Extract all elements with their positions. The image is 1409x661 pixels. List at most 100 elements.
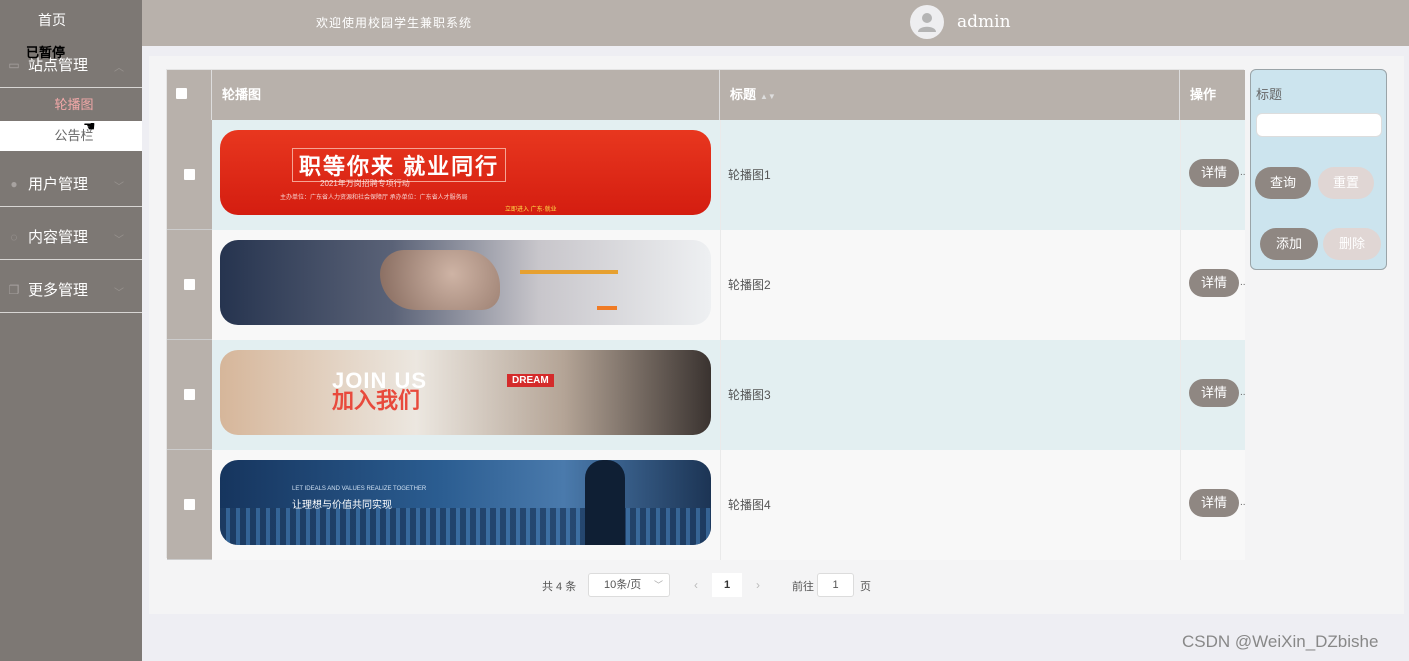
- banner-small-text: LET IDEALS AND VALUES REALIZE TOGETHER: [292, 486, 427, 492]
- detail-button[interactable]: 详情: [1189, 159, 1239, 187]
- column-header-title-label: 标题: [730, 87, 757, 102]
- goto-page-input[interactable]: 1: [817, 573, 854, 597]
- pagination-total: 共 4 条: [542, 581, 577, 593]
- speaker-silhouette: [585, 460, 625, 545]
- row-checkbox[interactable]: [184, 169, 195, 180]
- search-title-input[interactable]: [1256, 113, 1382, 137]
- username[interactable]: admin: [957, 12, 1011, 32]
- overflow-dots: ..: [1240, 497, 1246, 508]
- banner-headline: 职等你来 就业同行: [292, 148, 507, 182]
- goto-label: 前往: [792, 581, 814, 593]
- detail-button[interactable]: 详情: [1189, 269, 1239, 297]
- handshake-graphic: [380, 250, 500, 310]
- page-size-value: 10条/页: [604, 579, 642, 591]
- copy-icon: ❐: [8, 282, 20, 297]
- goto-suffix: 页: [860, 581, 871, 593]
- crowd-graphic: [220, 508, 711, 545]
- column-divider: [1180, 120, 1181, 230]
- chat-icon: ◌: [10, 229, 18, 244]
- user-icon: ●: [10, 176, 18, 191]
- user-avatar-icon: [918, 13, 936, 32]
- sidebar-menu-more[interactable]: ❐ 更多管理 ﹀: [0, 267, 142, 313]
- banner-cta: 立即进入 广东·就业: [505, 207, 557, 213]
- banner-join-cn-text: 加入我们: [332, 388, 421, 413]
- column-header-image: 轮播图: [212, 70, 720, 120]
- detail-button[interactable]: 详情: [1189, 379, 1239, 407]
- column-header-title[interactable]: 标题 ▲▼: [720, 70, 1180, 120]
- sidebar-home[interactable]: 首页: [0, 0, 142, 40]
- avatar[interactable]: [910, 5, 944, 39]
- column-divider: [1180, 230, 1181, 340]
- column-divider: [720, 450, 721, 560]
- sort-icon[interactable]: ▲▼: [760, 92, 776, 101]
- banner-button-graphic: [597, 306, 617, 310]
- add-button[interactable]: 添加: [1260, 228, 1318, 260]
- sidebar-menu-user[interactable]: ● 用户管理 ﹀: [0, 161, 142, 207]
- query-button[interactable]: 查询: [1255, 167, 1311, 199]
- sidebar-menu-label: 内容管理: [28, 229, 89, 246]
- chevron-down-icon: ﹀: [114, 182, 124, 193]
- sidebar-menu-site[interactable]: ▭ 站点管理 ︿: [0, 42, 142, 88]
- carousel-image: [220, 240, 711, 325]
- detail-button[interactable]: 详情: [1189, 489, 1239, 517]
- column-divider: [1180, 340, 1181, 450]
- row-checkbox[interactable]: [184, 279, 195, 290]
- row-title: 轮播图3: [728, 388, 771, 402]
- table-row: JOIN US 加入我们 DREAM 轮播图3 详情 ..: [167, 340, 1246, 450]
- sidebar-item-notice[interactable]: 公告栏: [0, 121, 142, 151]
- row-checkbox[interactable]: [184, 499, 195, 510]
- sidebar: 首页 ▭ 站点管理 ︿ 已暂停 轮播图 公告栏 ☚ ● 用户管理 ﹀ ◌ 内容管…: [0, 0, 142, 661]
- paused-overlay: 已暂停: [26, 45, 66, 60]
- table-row: 职等你来 就业同行 2021年万岗招聘专项行动 主办单位：广东省人力资源和社会保…: [167, 120, 1246, 230]
- overflow-dots: ..: [1240, 387, 1246, 398]
- carousel-image: JOIN US 加入我们 DREAM: [220, 350, 711, 435]
- column-header-action: 操作: [1190, 87, 1217, 102]
- row-title: 轮播图2: [728, 278, 771, 292]
- prev-page-button[interactable]: ‹: [682, 573, 710, 597]
- page-size-select[interactable]: 10条/页 ﹀: [588, 573, 670, 597]
- reset-button[interactable]: 重置: [1318, 167, 1374, 199]
- carousel-image: 职等你来 就业同行 2021年万岗招聘专项行动 主办单位：广东省人力资源和社会保…: [220, 130, 711, 215]
- sidebar-menu-content[interactable]: ◌ 内容管理 ﹀: [0, 214, 142, 260]
- row-checkbox[interactable]: [184, 389, 195, 400]
- next-page-button[interactable]: ›: [744, 573, 772, 597]
- table-header: 轮播图 标题 ▲▼ 操作: [167, 70, 1245, 120]
- welcome-text: 欢迎使用校园学生兼职系统: [316, 16, 473, 30]
- top-header: 欢迎使用校园学生兼职系统 admin: [142, 0, 1409, 46]
- chevron-up-icon: ︿: [114, 63, 124, 74]
- delete-button[interactable]: 删除: [1323, 228, 1381, 260]
- banner-small-text: 主办单位：广东省人力资源和社会保障厅 承办单位：广东省人才服务局: [280, 195, 468, 201]
- select-all-checkbox[interactable]: [176, 88, 187, 99]
- column-divider: [720, 120, 721, 230]
- column-divider: [1180, 450, 1181, 560]
- carousel-table: 轮播图 标题 ▲▼ 操作 职等你来 就业同行 2021年万岗招聘专项行动 主办单位…: [166, 69, 1246, 560]
- sidebar-menu-label: 用户管理: [28, 176, 89, 193]
- column-divider: [720, 230, 721, 340]
- overflow-dots: ..: [1240, 277, 1246, 288]
- pagination: 共 4 条 10条/页 ﹀ ‹ 1 › 前往 1 页: [0, 573, 1409, 597]
- row-checkbox-cell: [167, 450, 212, 560]
- row-title: 轮播图4: [728, 498, 771, 512]
- banner-subtitle: 2021年万岗招聘专项行动: [320, 179, 410, 188]
- sidebar-menu-label: 更多管理: [28, 282, 89, 299]
- sidebar-item-carousel[interactable]: 轮播图: [0, 90, 142, 120]
- select-all-cell: [167, 70, 212, 120]
- row-checkbox-cell: [167, 230, 212, 340]
- overflow-dots: ..: [1240, 167, 1246, 178]
- banner-dream-badge: DREAM: [507, 374, 554, 387]
- hand-cursor-icon: ☚: [83, 118, 96, 134]
- watermark: CSDN @WeiXin_DZbishe: [1182, 632, 1379, 651]
- search-title-label: 标题: [1256, 87, 1283, 102]
- row-title: 轮播图1: [728, 168, 771, 182]
- banner-text-bar: [520, 270, 618, 274]
- table-row: LET IDEALS AND VALUES REALIZE TOGETHER 让…: [167, 450, 1246, 560]
- chevron-down-icon: ﹀: [653, 580, 663, 590]
- carousel-image: LET IDEALS AND VALUES REALIZE TOGETHER 让…: [220, 460, 711, 545]
- row-checkbox-cell: [167, 120, 212, 230]
- monitor-icon: ▭: [8, 57, 20, 72]
- search-panel: 标题 查询 重置 添加 删除: [1250, 69, 1387, 270]
- banner-text: 让理想与价值共同实现: [292, 500, 392, 511]
- chevron-down-icon: ﹀: [114, 288, 124, 299]
- page-number-current[interactable]: 1: [712, 573, 742, 597]
- table-row: 轮播图2 详情 ..: [167, 230, 1246, 340]
